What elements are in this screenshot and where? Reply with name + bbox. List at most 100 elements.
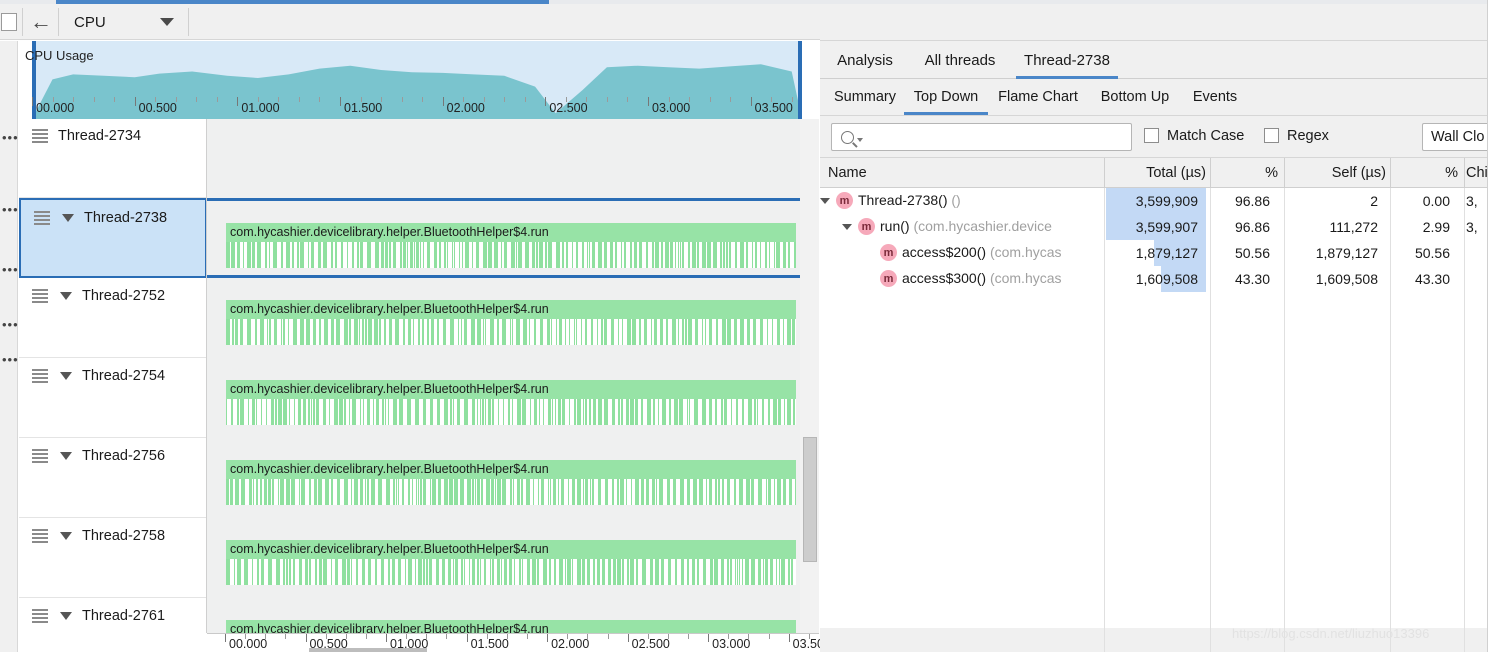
column-header-chi[interactable]: Chi — [1466, 158, 1488, 187]
subtab-flame-chart[interactable]: Flame Chart — [990, 79, 1086, 115]
window-icon[interactable] — [1, 13, 17, 31]
chevron-down-icon — [857, 138, 863, 142]
thread-name-label: Thread-2738 — [84, 210, 168, 226]
chevron-down-icon[interactable] — [842, 224, 852, 230]
trace-bar-samples[interactable] — [226, 399, 796, 425]
axis-minor-tick — [93, 97, 95, 102]
trace-bar[interactable]: com.hycashier.devicelibrary.helper.Bluet… — [226, 223, 796, 268]
table-row[interactable]: m access$200() (com.hycas 1,879,127 50.56 1,… — [820, 240, 1488, 266]
trace-horizontal-scrollbar-thumb[interactable] — [309, 648, 427, 652]
thread-row-thread-2761[interactable]: Thread-2761 — [19, 598, 206, 633]
thread-row-thread-2752[interactable]: Thread-2752 — [19, 278, 206, 358]
trace-vertical-scrollbar-thumb[interactable] — [803, 437, 817, 562]
column-divider[interactable] — [1284, 158, 1285, 187]
search-input[interactable] — [831, 123, 1132, 151]
profiler-window: ← CPU Clear thread/event selectio ••• ••… — [0, 0, 1488, 652]
column-divider[interactable] — [1210, 158, 1211, 187]
column-header-self-s[interactable]: Self (µs) — [1286, 158, 1386, 187]
drag-handle-icon[interactable] — [32, 129, 48, 143]
axis-tick-label: 03.000 — [712, 637, 751, 651]
thread-name-list[interactable]: Thread-2734 Thread-2738 Thread-2752 Thread-… — [19, 119, 207, 633]
trace-bar[interactable]: com.hycashier.devicelibrary.helper.Bluet… — [226, 540, 796, 585]
column-divider[interactable] — [1464, 158, 1465, 187]
top-down-table: Name Total (µs)% Self (µs)% Chi m Thread-273… — [820, 158, 1488, 652]
chevron-down-icon[interactable] — [60, 452, 72, 460]
trace-bar-samples[interactable] — [226, 242, 796, 268]
thread-row-thread-2758[interactable]: Thread-2758 — [19, 518, 206, 598]
trace-lane-thread-2734[interactable] — [207, 119, 819, 198]
thread-row-thread-2754[interactable]: Thread-2754 — [19, 358, 206, 438]
trace-lane-thread-2756[interactable]: com.hycashier.devicelibrary.helper.Bluet… — [207, 438, 819, 518]
tab-thread-2738[interactable]: Thread-2738 — [1016, 41, 1118, 79]
axis-tick-label: 03.500 — [754, 101, 793, 115]
method-name-label: access$200() (com.hycas — [902, 244, 1062, 260]
trace-bar[interactable]: com.hycashier.devicelibrary.helper.Bluet… — [226, 300, 796, 345]
column-header-[interactable]: % — [1212, 158, 1278, 187]
drag-handle-icon[interactable] — [34, 211, 50, 225]
trace-bar-samples[interactable] — [226, 559, 796, 585]
drag-handle-icon[interactable] — [32, 529, 48, 543]
trace-lane-thread-2738[interactable]: com.hycashier.devicelibrary.helper.Bluet… — [207, 198, 819, 278]
thread-name-label: Thread-2752 — [82, 288, 166, 304]
column-divider[interactable] — [1390, 158, 1391, 187]
cell-total-percent: 96.86 — [1234, 193, 1270, 209]
tab-analysis[interactable]: Analysis — [828, 41, 902, 79]
trace-bar-samples[interactable] — [226, 479, 796, 505]
chevron-down-icon[interactable] — [820, 198, 830, 204]
drag-handle-icon[interactable] — [32, 289, 48, 303]
thread-row-thread-2756[interactable]: Thread-2756 — [19, 438, 206, 518]
match-case-checkbox[interactable] — [1144, 128, 1159, 143]
trace-bar[interactable]: com.hycashier.devicelibrary.helper.Bluet… — [226, 380, 796, 425]
trace-vertical-scrollbar[interactable] — [800, 119, 819, 633]
chevron-down-icon[interactable] — [62, 214, 74, 222]
column-header-total-s[interactable]: Total (µs) — [1106, 158, 1206, 187]
drag-handle-icon[interactable] — [32, 369, 48, 383]
table-row[interactable]: m run() (com.hycashier.device 3,599,907 96.… — [820, 214, 1488, 240]
subtab-summary[interactable]: Summary — [827, 79, 903, 115]
match-case-label: Match Case — [1167, 128, 1245, 144]
axis-minor-tick — [196, 97, 198, 102]
chevron-down-icon[interactable] — [60, 372, 72, 380]
back-button[interactable]: ← — [24, 9, 58, 35]
column-header-[interactable]: % — [1392, 158, 1458, 187]
trace-time-axis: 00.000 00.500 01.000 01.500 02.000 02.500 03.0… — [207, 633, 824, 652]
trace-lanes[interactable]: com.hycashier.devicelibrary.helper.Bluet… — [207, 119, 819, 633]
toolbar-divider — [188, 8, 189, 36]
cell-total-percent: 50.56 — [1234, 245, 1270, 261]
drag-handle-icon[interactable] — [32, 449, 48, 463]
tab-all-threads[interactable]: All threads — [910, 41, 1010, 79]
clock-type-select[interactable]: Wall Clo — [1422, 123, 1488, 151]
trace-lane-thread-2752[interactable]: com.hycashier.devicelibrary.helper.Bluet… — [207, 278, 819, 358]
regex-checkbox[interactable] — [1264, 128, 1279, 143]
trace-bar-label: com.hycashier.devicelibrary.helper.Bluet… — [226, 223, 796, 242]
axis-minor-tick — [647, 634, 649, 639]
toolbar-divider — [58, 8, 59, 36]
subtab-top-down[interactable]: Top Down — [904, 79, 988, 115]
chevron-down-icon[interactable] — [60, 292, 72, 300]
table-row[interactable]: m access$300() (com.hycas 1,609,508 43.30 1,… — [820, 266, 1488, 292]
chevron-down-icon[interactable] — [60, 612, 72, 620]
thread-row-thread-2738[interactable]: Thread-2738 — [19, 198, 206, 278]
axis-minor-tick — [175, 97, 177, 102]
axis-minor-tick — [506, 634, 508, 639]
table-row[interactable]: m Thread-2738() () 3,599,909 96.86 2 0.00 3, — [820, 188, 1488, 214]
thread-row-thread-2734[interactable]: Thread-2734 — [19, 119, 206, 198]
trace-bar[interactable]: com.hycashier.devicelibrary.helper.Bluet… — [226, 460, 796, 505]
trace-bar[interactable]: com.hycashier.devicelibrary.helper.Bluet… — [226, 620, 796, 633]
trace-lane-thread-2754[interactable]: com.hycashier.devicelibrary.helper.Bluet… — [207, 358, 819, 438]
chevron-down-icon[interactable] — [60, 532, 72, 540]
trace-lane-thread-2761[interactable]: com.hycashier.devicelibrary.helper.Bluet… — [207, 598, 819, 633]
analysis-tab-bar[interactable]: Analysis All threads Thread-2738 — [820, 40, 1488, 79]
trace-lane-thread-2758[interactable]: com.hycashier.devicelibrary.helper.Bluet… — [207, 518, 819, 598]
axis-tick — [547, 634, 549, 642]
analysis-subtab-bar[interactable]: Summary Top Down Flame Chart Bottom Up Event… — [820, 79, 1488, 116]
axis-minor-tick — [406, 634, 408, 639]
drag-handle-icon[interactable] — [32, 609, 48, 623]
column-header-name[interactable]: Name — [828, 158, 1098, 187]
capture-type-select[interactable]: CPU — [60, 8, 186, 36]
trace-bar-samples[interactable] — [226, 319, 796, 345]
subtab-events[interactable]: Events — [1184, 79, 1246, 115]
axis-tick-label: 00.000 — [229, 637, 268, 651]
subtab-bottom-up[interactable]: Bottom Up — [1088, 79, 1182, 115]
column-divider[interactable] — [1104, 158, 1105, 187]
